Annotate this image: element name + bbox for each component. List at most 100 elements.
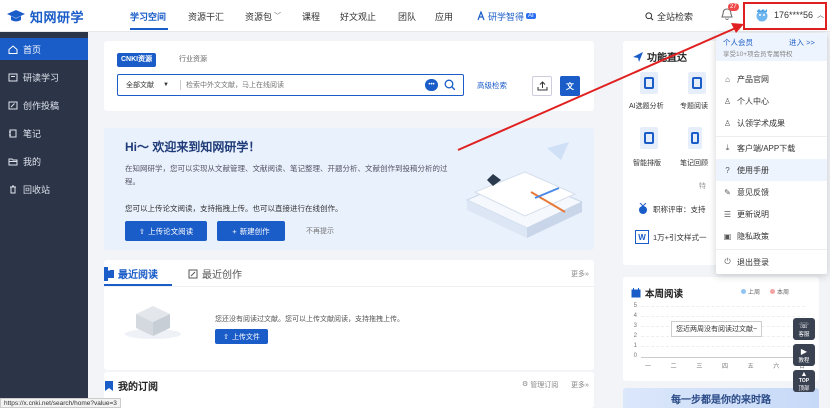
- search-card: CNKI资源 行业资源 全部文献 ▼ ••• 高级检索 文: [104, 41, 594, 111]
- promo-banner[interactable]: 每一步都是你的来时路: [623, 388, 819, 408]
- menu-item-claim-results[interactable]: ♙ 认领学术成果: [716, 112, 827, 134]
- nav-apps[interactable]: 应用: [435, 0, 453, 32]
- nav-resource-pack[interactable]: 资源包 ﹀: [245, 0, 281, 32]
- shield-icon: ▣: [723, 231, 732, 241]
- menu-item-changelog[interactable]: ☰ 更新说明: [716, 203, 827, 225]
- nav-label: 好文观止: [340, 11, 377, 22]
- menu-item-privacy[interactable]: ▣ 隐私政策: [716, 225, 827, 247]
- nav-team[interactable]: 团队: [398, 0, 416, 32]
- user-icon: ♙: [723, 96, 732, 106]
- menu-label: 使用手册: [737, 165, 769, 175]
- note-icon: [9, 129, 17, 137]
- tab-industry[interactable]: 行业资源: [179, 53, 207, 67]
- tab-label: 行业资源: [179, 56, 207, 63]
- scope-value: 全部文献: [126, 82, 154, 89]
- nav-label: 研学智得: [488, 11, 525, 22]
- promo-title-review[interactable]: 职称评审：支持: [637, 203, 706, 215]
- float-label: 客服: [798, 331, 810, 338]
- advanced-search-link[interactable]: 高级检索: [477, 80, 507, 91]
- upload-paper-button[interactable]: ⇧ 上传论文阅读: [125, 221, 207, 241]
- recent-card: 最近阅读 最近创作 更多» 您还没有阅读过文献。您可以上传文献阅读，支持拖拽上传…: [104, 260, 594, 370]
- sidebar-item-mine[interactable]: 我的: [0, 150, 88, 172]
- note-review-icon[interactable]: [688, 127, 702, 149]
- scope-select[interactable]: 全部文献 ▼: [126, 75, 169, 95]
- translate-button[interactable]: 文: [560, 76, 580, 96]
- user-menu-trigger[interactable]: 176****56 ︿: [754, 8, 824, 22]
- x-axis-ticks: 一 二 三 四 五 六 日: [645, 361, 805, 370]
- ai-spark-icon: [477, 11, 485, 21]
- upload-button[interactable]: [532, 76, 552, 96]
- pen-icon: [8, 101, 18, 109]
- search-icon[interactable]: [444, 79, 456, 91]
- tab-recent-reading[interactable]: 最近阅读: [104, 266, 158, 281]
- topic-reading-icon[interactable]: [688, 72, 706, 94]
- menu-item-official-site[interactable]: ⌂ 产品官网: [716, 68, 827, 90]
- function-label[interactable]: 专题阅读: [680, 101, 708, 111]
- welcome-title: Hi～ 欢迎来到知网研学！: [125, 140, 261, 154]
- subscription-more-link[interactable]: 更多»: [571, 380, 589, 390]
- upload-icon: [537, 81, 547, 91]
- chart-legend: 上周 本周: [741, 287, 789, 296]
- y-tick: 4: [633, 313, 637, 319]
- sidebar: 首页 研读学习 创作投稿 笔记 我的 回收站: [0, 32, 88, 408]
- nav-learning-space[interactable]: 学习空间: [130, 0, 168, 32]
- divider: [180, 80, 181, 90]
- menu-label: 意见反馈: [737, 187, 769, 197]
- sidebar-item-notes[interactable]: 笔记: [0, 122, 88, 144]
- member-enter-link[interactable]: 进入 >>: [789, 37, 815, 48]
- nav-ai[interactable]: 研学智得 AI: [476, 0, 536, 32]
- promo-text: 1万+引文样式一: [653, 232, 707, 242]
- float-label: 教程: [798, 357, 810, 364]
- nav-courses[interactable]: 课程: [302, 0, 320, 32]
- help-icon: ?: [725, 165, 730, 175]
- weekly-card: 本周阅读 上周 本周 5 4 3 2 1 0 您近两周没有阅读过文献~ 一 二 …: [623, 277, 819, 381]
- tutorial-button[interactable]: ▶ 教程: [793, 344, 815, 366]
- recent-more-link[interactable]: 更多»: [571, 269, 589, 279]
- calendar-icon: [631, 288, 641, 298]
- sidebar-item-label: 创作投稿: [23, 100, 60, 111]
- function-title: 功能直达: [633, 49, 687, 64]
- logo[interactable]: 知网研学: [6, 6, 84, 26]
- function-label[interactable]: 笔记回顾: [680, 158, 708, 168]
- new-creation-button[interactable]: + 新建创作: [217, 221, 285, 241]
- sidebar-item-reading[interactable]: 研读学习: [0, 66, 88, 88]
- feedback-icon: ✎: [724, 187, 731, 197]
- notification-bell[interactable]: 27: [721, 3, 739, 22]
- upload-file-button[interactable]: ⇧ 上传文件: [215, 329, 268, 344]
- back-to-top-button[interactable]: ▲ TOP 顶部: [793, 370, 815, 392]
- dismiss-link[interactable]: 不再提示: [306, 226, 334, 236]
- menu-label: 产品官网: [737, 74, 769, 84]
- promo-citation[interactable]: W 1万+引文样式一: [635, 230, 707, 244]
- sidebar-item-home[interactable]: 首页: [0, 38, 88, 60]
- chat-icon[interactable]: •••: [425, 79, 438, 91]
- menu-item-feedback[interactable]: ✎ 意见反馈: [716, 181, 827, 203]
- sidebar-item-writing[interactable]: 创作投稿: [0, 94, 88, 116]
- menu-item-download[interactable]: ⤓ 客户端/APP下载: [716, 137, 827, 159]
- book-icon: [8, 73, 18, 81]
- function-label[interactable]: AI选题分析: [629, 101, 664, 111]
- ai-topic-icon[interactable]: [640, 72, 658, 94]
- function-label[interactable]: 智能排版: [633, 158, 661, 168]
- manage-subscription-link[interactable]: ⚙ 管理订阅: [522, 380, 558, 390]
- member-panel[interactable]: 个人会员 进入 >> 享受10+项会员专属特权: [716, 33, 827, 61]
- bookmark-icon: [105, 380, 113, 391]
- customer-service-button[interactable]: ☏ 客服: [793, 318, 815, 340]
- global-search-button[interactable]: 全站检索: [645, 8, 693, 24]
- tab-recent-creation[interactable]: 最近创作: [188, 266, 242, 281]
- smart-layout-icon[interactable]: [640, 127, 658, 149]
- tab-label: 最近阅读: [118, 270, 158, 281]
- search-input[interactable]: [186, 77, 426, 93]
- sidebar-item-trash[interactable]: 回收站: [0, 178, 88, 200]
- nav-good-articles[interactable]: 好文观止: [340, 0, 376, 32]
- menu-item-logout[interactable]: ⏻ 退出登录: [716, 251, 827, 273]
- tab-cnki[interactable]: CNKI资源: [117, 53, 157, 67]
- plus-icon: +: [232, 226, 237, 236]
- x-tick: 三: [696, 364, 703, 370]
- nav-resources[interactable]: 资源干汇: [188, 0, 224, 32]
- user-name: 176****56: [774, 10, 814, 20]
- welcome-card: Hi～ 欢迎来到知网研学！ 在知网研学，您可以实现从文献管理、文献阅读、笔记整理…: [104, 128, 594, 250]
- notification-badge: 27: [728, 3, 739, 11]
- menu-item-manual[interactable]: ? 使用手册: [716, 159, 827, 181]
- menu-item-profile[interactable]: ♙ 个人中心: [716, 90, 827, 112]
- nav-label: 学习空间: [130, 11, 167, 22]
